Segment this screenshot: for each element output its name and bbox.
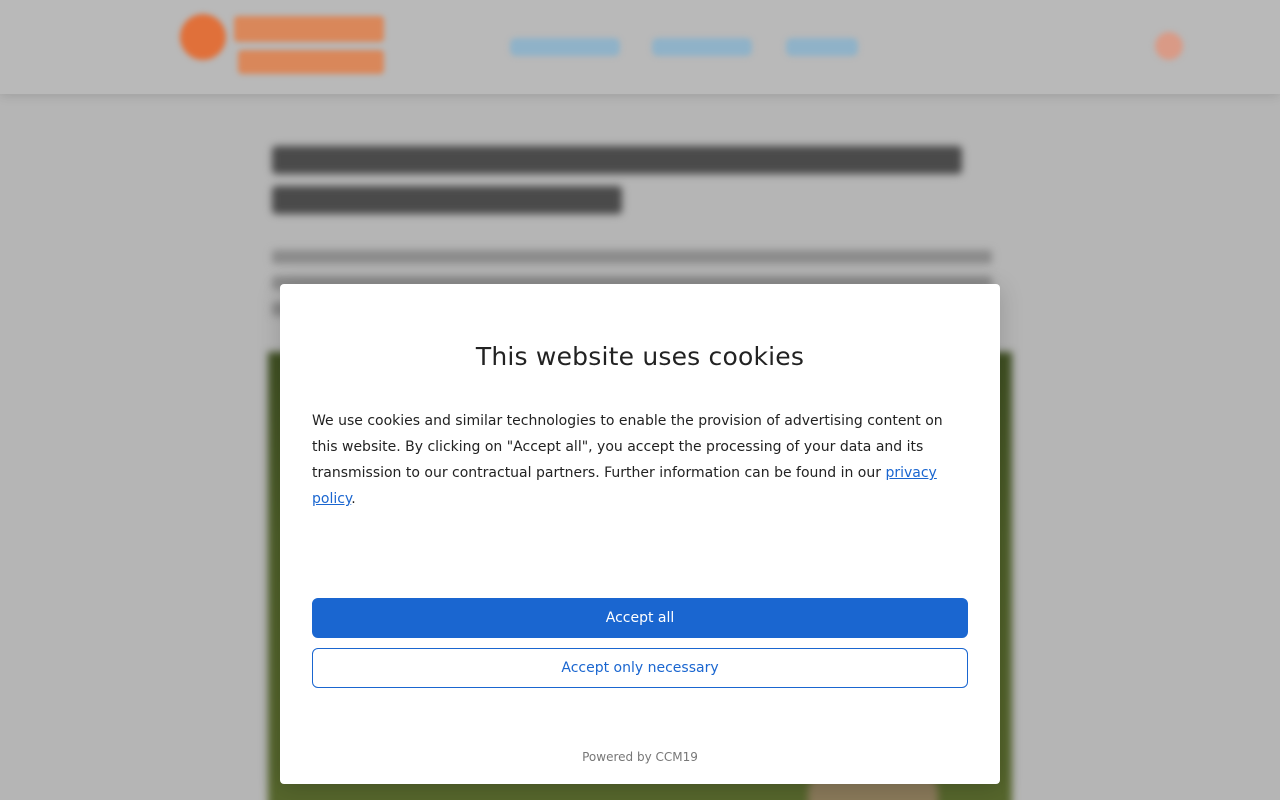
accept-necessary-button[interactable]: Accept only necessary (312, 648, 968, 688)
background-article-title-line-2 (272, 186, 622, 214)
nav-item-1 (510, 38, 620, 56)
cookie-consent-dialog: This website uses cookies We use cookies… (280, 284, 1000, 784)
search-icon (1155, 32, 1183, 60)
background-paragraph-line (272, 250, 992, 264)
powered-by-label: Powered by CCM19 (582, 750, 698, 764)
nav-item-3 (786, 38, 858, 56)
page: This website uses cookies We use cookies… (0, 0, 1280, 800)
dialog-description-text: We use cookies and similar technologies … (312, 413, 943, 481)
dialog-description-end: . (351, 491, 356, 507)
nav-item-2 (652, 38, 752, 56)
accept-all-button[interactable]: Accept all (312, 598, 968, 638)
dialog-description: We use cookies and similar technologies … (312, 408, 972, 512)
site-logo (178, 8, 390, 86)
background-header (0, 0, 1280, 94)
dialog-title: This website uses cookies (475, 342, 805, 371)
background-article-title (272, 146, 962, 174)
